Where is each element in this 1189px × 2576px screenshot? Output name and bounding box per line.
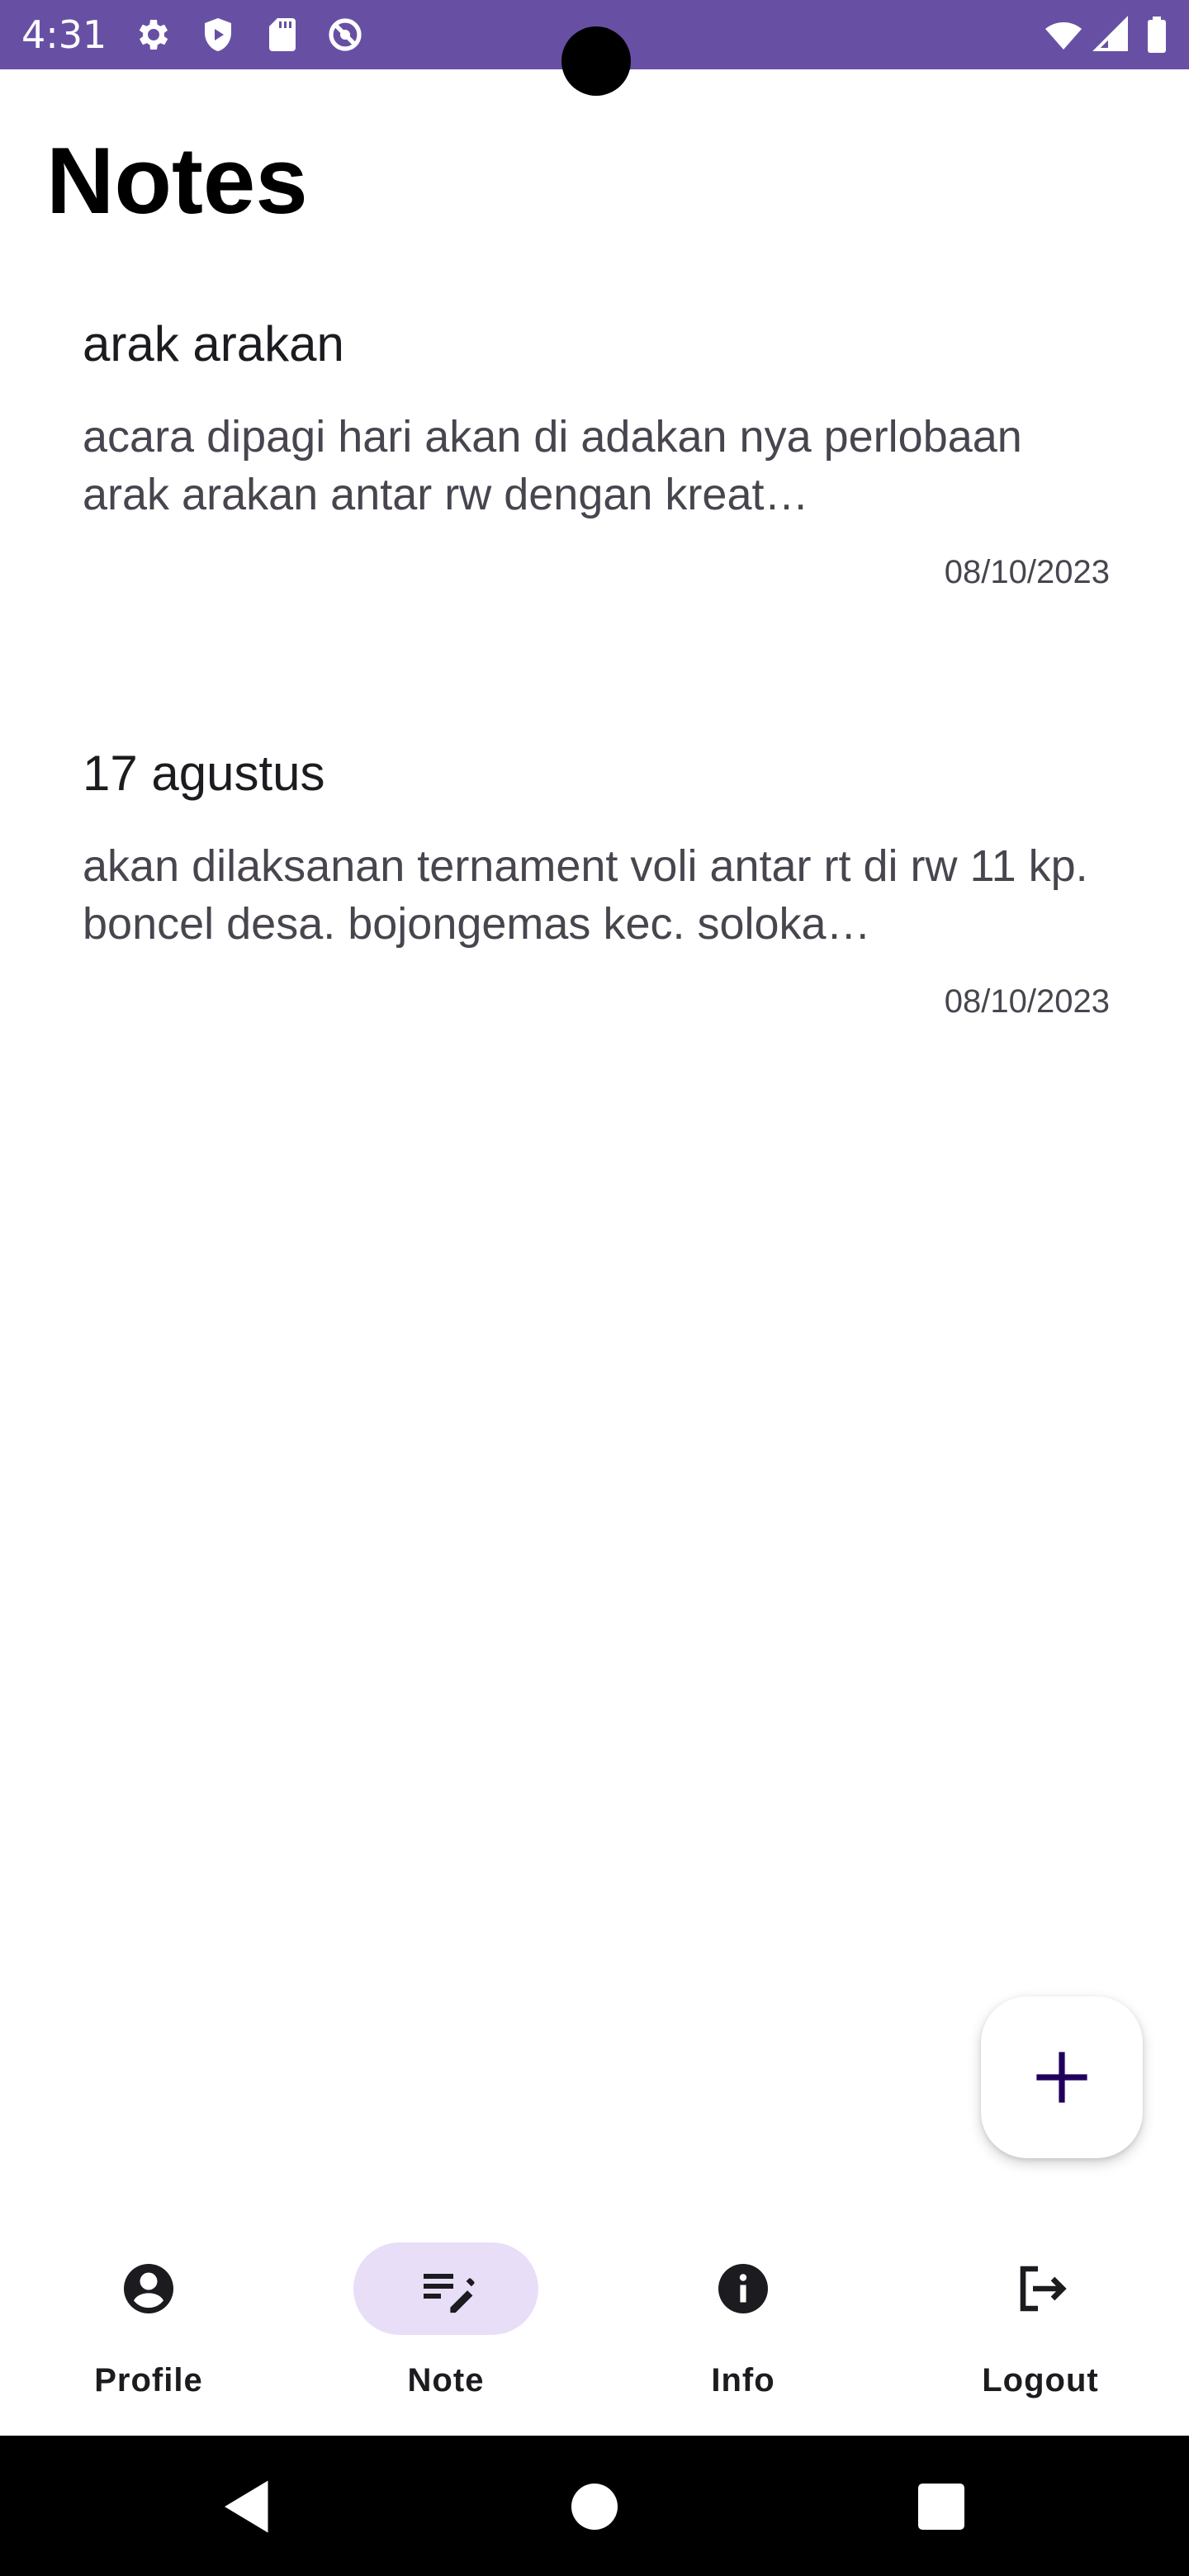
note-card[interactable]: 17 agustus akan dilaksanan ternament vol… [83, 736, 1110, 1166]
page-title: Notes [46, 129, 308, 234]
home-button[interactable] [560, 2472, 629, 2541]
status-time: 4:31 [21, 12, 107, 57]
nav-item-info[interactable]: Info [594, 2203, 892, 2436]
recents-square-icon [918, 2484, 964, 2530]
bottom-navigation: Profile Note Info Logout [0, 2203, 1189, 2436]
nav-item-profile[interactable]: Profile [0, 2203, 297, 2436]
plus-icon [1036, 2052, 1087, 2103]
logout-icon [1011, 2259, 1070, 2318]
add-note-button[interactable] [981, 1996, 1143, 2158]
note-card[interactable]: arak arakan acara dipagi hari akan di ad… [83, 307, 1110, 736]
recents-button[interactable] [907, 2472, 976, 2541]
back-triangle-icon [225, 2480, 268, 2533]
sd-card-icon [263, 15, 302, 54]
settings-icon [134, 15, 173, 54]
nav-item-note[interactable]: Note [297, 2203, 594, 2436]
nav-label-logout: Logout [982, 2362, 1099, 2398]
battery-icon [1143, 15, 1171, 54]
nav-item-logout[interactable]: Logout [892, 2203, 1189, 2436]
account-circle-icon [119, 2259, 178, 2318]
system-navigation-bar [0, 2436, 1189, 2576]
nav-label-info: Info [711, 2362, 775, 2398]
signal-icon [1092, 15, 1131, 54]
shield-play-icon [198, 15, 238, 54]
edit-note-icon [416, 2259, 476, 2318]
note-body: akan dilaksanan ternament voli antar rt … [83, 841, 1088, 949]
nav-label-profile: Profile [94, 2362, 203, 2398]
nav-label-note: Note [407, 2362, 485, 2398]
note-title: arak arakan [83, 316, 344, 372]
camera-cutout [561, 26, 631, 96]
home-circle-icon [571, 2484, 618, 2530]
notes-list: arak arakan acara dipagi hari akan di ad… [83, 307, 1110, 1166]
note-date: 08/10/2023 [944, 983, 1110, 1020]
note-title: 17 agustus [83, 746, 325, 801]
at-sign-icon [325, 15, 365, 54]
info-icon [713, 2259, 773, 2318]
status-bar: 4:31 [0, 0, 1189, 96]
back-button[interactable] [213, 2472, 282, 2541]
note-body: acara dipagi hari akan di adakan nya per… [83, 412, 1022, 519]
note-date: 08/10/2023 [944, 554, 1110, 590]
wifi-icon [1042, 15, 1085, 54]
